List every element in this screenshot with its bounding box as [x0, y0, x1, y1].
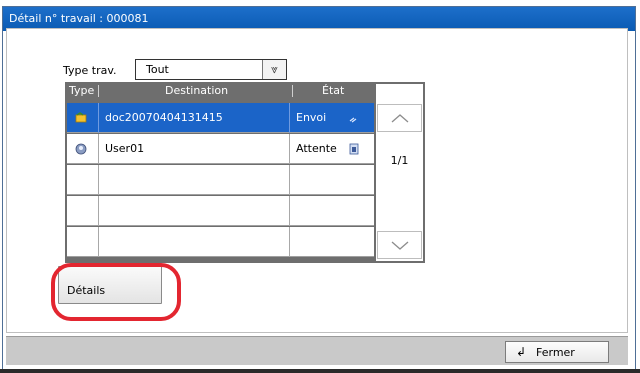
cell-separator: [98, 165, 99, 195]
chevron-up-icon: [391, 114, 409, 123]
cell-separator: [98, 134, 99, 164]
header-separator: [98, 85, 99, 97]
user-box-icon: [75, 143, 88, 155]
table-row[interactable]: [67, 227, 374, 257]
sending-icon: [349, 112, 359, 124]
cell-separator: [98, 196, 99, 226]
close-button-label: Fermer: [536, 346, 575, 359]
table-row[interactable]: doc20070404131415 Envoi: [67, 103, 374, 133]
table-row[interactable]: User01 Attente: [67, 134, 374, 164]
column-header-state: État: [322, 84, 345, 97]
job-type-selected-value: Tout: [146, 63, 169, 76]
destination-cell: User01: [105, 142, 145, 155]
window-title: Détail n° travail : 000081: [9, 12, 149, 25]
column-header-type: Type: [69, 84, 95, 97]
cell-separator: [289, 196, 290, 226]
cell-separator: [98, 227, 99, 257]
table-row[interactable]: [67, 196, 374, 226]
cell-separator: [289, 227, 290, 257]
double-chevron-down-icon[interactable]: ⩔: [262, 60, 286, 79]
details-button[interactable]: Détails: [58, 266, 162, 304]
destination-cell: doc20070404131415: [105, 111, 223, 124]
bottom-strip: [0, 369, 640, 373]
job-type-label: Type trav.: [63, 64, 117, 77]
scroll-down-button[interactable]: [377, 231, 422, 259]
cell-separator: [98, 103, 99, 133]
chevron-down-icon: [391, 241, 409, 250]
cell-separator: [289, 134, 290, 164]
send-folder-icon: [75, 112, 88, 124]
state-cell: Attente: [296, 142, 337, 155]
job-list: Type Destination État doc20070404131415 …: [65, 82, 425, 263]
waiting-icon: [349, 143, 359, 155]
state-cell: Envoi: [296, 111, 327, 124]
close-button[interactable]: ↲ Fermer: [505, 341, 609, 363]
scroll-up-button[interactable]: [377, 104, 422, 132]
footer-bar: ↲ Fermer: [6, 336, 628, 365]
cell-separator: [289, 103, 290, 133]
header-separator: [292, 85, 293, 97]
cell-separator: [289, 165, 290, 195]
list-scroller: 1/1: [376, 84, 423, 261]
table-row[interactable]: [67, 165, 374, 195]
page-indicator: 1/1: [390, 154, 409, 167]
return-arrow-icon: ↲: [516, 345, 527, 359]
column-header-destination: Destination: [165, 84, 229, 97]
job-type-dropdown[interactable]: Tout ⩔: [135, 59, 287, 80]
